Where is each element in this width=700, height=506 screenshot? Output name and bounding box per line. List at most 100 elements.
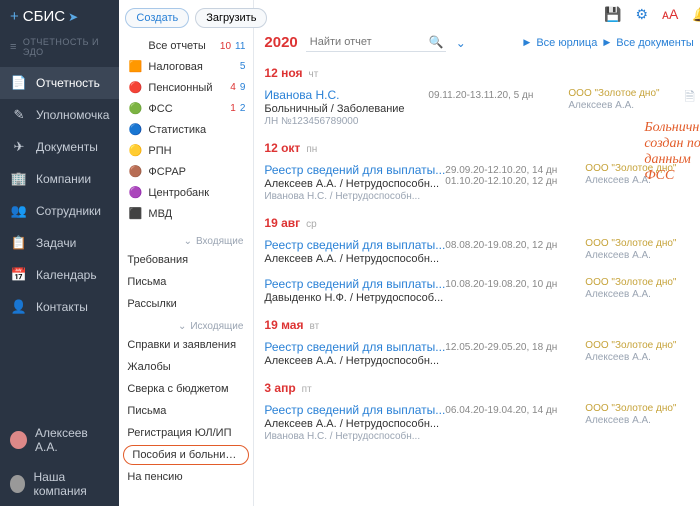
- filter-item[interactable]: 🟡РПН: [119, 140, 253, 161]
- search-icon[interactable]: 🔍: [429, 35, 444, 49]
- doc-title[interactable]: Реестр сведений для выплаты...: [264, 163, 445, 177]
- list-item[interactable]: Рассылки: [119, 293, 253, 315]
- period: 01.10.20-12.10.20, 12 дн: [445, 176, 585, 187]
- brand-plus: +: [10, 8, 19, 25]
- document-card[interactable]: Реестр сведений для выплаты... Алексеев …: [264, 159, 700, 210]
- filter-label: Налоговая: [148, 61, 235, 73]
- document-card[interactable]: Реестр сведений для выплаты... Алексеев …: [264, 234, 700, 273]
- annotation-text: Больничный создан по данным ФСС: [644, 120, 700, 183]
- list-item[interactable]: Сверка с бюджетом: [119, 378, 253, 400]
- doc-grey: Иванова Н.С. / Нетрудоспособн...: [264, 431, 445, 442]
- all-orgs-link[interactable]: Все юрлица: [536, 37, 597, 49]
- list-item[interactable]: Требования: [119, 249, 253, 271]
- company-icon: [10, 475, 25, 493]
- filter-item[interactable]: ⬛МВД: [119, 203, 253, 224]
- search-input[interactable]: [306, 33, 446, 52]
- nav-item[interactable]: 🏢Компании: [0, 163, 119, 195]
- count-blue: 5: [240, 61, 246, 72]
- period: 06.04.20-19.04.20, 14 дн: [445, 405, 585, 416]
- list-item[interactable]: Письма: [119, 400, 253, 422]
- all-docs-link[interactable]: Все документы: [616, 37, 694, 49]
- document-card[interactable]: Реестр сведений для выплаты... Давыденко…: [264, 273, 700, 312]
- doc-title[interactable]: Реестр сведений для выплаты...: [264, 403, 445, 417]
- create-button[interactable]: Создать: [125, 8, 189, 28]
- filter-item[interactable]: 🟧Налоговая5: [119, 56, 253, 77]
- nav-item[interactable]: 👤Контакты: [0, 291, 119, 323]
- list-item[interactable]: Пособия и больничные: [123, 445, 249, 465]
- doc-title[interactable]: Иванова Н.С.: [264, 88, 428, 102]
- bell-icon[interactable]: 🔔: [692, 6, 700, 23]
- filter-item[interactable]: Все отчеты1011: [119, 36, 253, 56]
- filter-item[interactable]: 🔵 Статистика: [119, 119, 253, 140]
- nav-label: Сотрудники: [36, 204, 101, 218]
- period: 09.11.20-13.11.20, 5 дн: [428, 90, 568, 101]
- document-card[interactable]: Реестр сведений для выплаты... Алексеев …: [264, 399, 700, 450]
- group-inbox-header[interactable]: Входящие: [119, 230, 253, 249]
- report-tree: Создать Загрузить Все отчеты1011🟧Налогов…: [119, 0, 254, 506]
- list-item[interactable]: Письма: [119, 271, 253, 293]
- save-icon[interactable]: 💾: [604, 6, 621, 23]
- dow-label: вт: [309, 321, 319, 332]
- current-user[interactable]: Алексеев А.А.: [0, 418, 119, 462]
- nav-item[interactable]: 📋Задачи: [0, 227, 119, 259]
- document-card[interactable]: Иванова Н.С. Больничный / Заболевание ЛН…: [264, 84, 700, 135]
- left-sidebar: + СБИС ➤ ≡ ОТЧЕТНОСТЬ И ЭДО 📄Отчетность✎…: [0, 0, 119, 506]
- nav-item[interactable]: 📄Отчетность: [0, 67, 119, 99]
- list-item[interactable]: Справки и заявления: [119, 334, 253, 356]
- nav-label: Компании: [36, 172, 91, 186]
- nav-label: Задачи: [36, 236, 76, 250]
- filter-icon: ⬛: [127, 207, 143, 220]
- nav-icon: 📄: [10, 75, 28, 91]
- group-outbox-header[interactable]: Исходящие: [119, 315, 253, 334]
- nav-item[interactable]: ✎Уполномочка: [0, 99, 119, 131]
- document-card[interactable]: Реестр сведений для выплаты... Алексеев …: [264, 336, 700, 375]
- count-red: 4: [230, 82, 236, 93]
- date-label: 19 авг: [264, 216, 300, 230]
- gear-icon[interactable]: ⚙: [635, 6, 648, 23]
- doc-title[interactable]: Реестр сведений для выплаты...: [264, 277, 445, 291]
- nav-icon: 👤: [10, 299, 28, 315]
- filter-item[interactable]: 🟣Центробанк: [119, 182, 253, 203]
- nav-label: Уполномочка: [36, 108, 109, 122]
- filter-item[interactable]: 🟢ФСС12: [119, 98, 253, 119]
- filter-icon: 🟢: [127, 102, 143, 115]
- org-name: ООО "Золотое дно": [585, 277, 695, 288]
- doc-subline: Алексеев А.А. / Нетрудоспособн...: [264, 178, 445, 190]
- filter-item[interactable]: 🟤ФСРАР: [119, 161, 253, 182]
- nav-item[interactable]: ✈Документы: [0, 131, 119, 163]
- filter-item[interactable]: 🔴Пенсионный49: [119, 77, 253, 98]
- subheader-label: ОТЧЕТНОСТЬ И ЭДО: [23, 37, 109, 57]
- date-label: 12 окт: [264, 141, 300, 155]
- filter-icon: 🟡: [127, 144, 143, 157]
- chevron-down-icon[interactable]: ⌄: [456, 36, 466, 50]
- doc-grey: Иванова Н.С. / Нетрудоспособн...: [264, 191, 445, 202]
- current-company[interactable]: Наша компания: [0, 462, 119, 506]
- count-blue: 9: [240, 82, 246, 93]
- brand-bird-icon: ➤: [68, 10, 78, 24]
- nav-icon: 👥: [10, 203, 28, 219]
- doc-title[interactable]: Реестр сведений для выплаты...: [264, 238, 445, 252]
- doc-title[interactable]: Реестр сведений для выплаты...: [264, 340, 445, 354]
- agent-name: Алексеев А.А.: [585, 289, 695, 300]
- list-item[interactable]: На пенсию: [119, 466, 253, 488]
- outbox-list: Справки и заявленияЖалобыСверка с бюджет…: [119, 334, 253, 488]
- count-blue: 2: [240, 103, 246, 114]
- menu-icon[interactable]: ≡: [10, 41, 17, 53]
- org-name: ООО "Золотое дно": [585, 403, 695, 414]
- year[interactable]: 2020: [264, 34, 297, 51]
- font-icon[interactable]: ᴀA: [662, 6, 678, 23]
- brand-name: СБИС: [23, 8, 65, 25]
- date-label: 3 апр: [264, 381, 295, 395]
- list-item[interactable]: Регистрация ЮЛ/ИП: [119, 422, 253, 444]
- nav-item[interactable]: 📅Календарь: [0, 259, 119, 291]
- filter-label: ФСС: [148, 103, 226, 115]
- doc-subline: Алексеев А.А. / Нетрудоспособн...: [264, 355, 445, 367]
- period: 10.08.20-19.08.20, 10 дн: [445, 279, 585, 290]
- filter-icon: 🔵: [127, 123, 143, 136]
- org-name: ООО "Золотое дно": [585, 340, 695, 351]
- list-item[interactable]: Жалобы: [119, 356, 253, 378]
- filter-label: Статистика: [148, 124, 245, 136]
- brand[interactable]: + СБИС ➤: [0, 0, 119, 33]
- nav-item[interactable]: 👥 Сотрудники: [0, 195, 119, 227]
- nav: 📄Отчетность✎Уполномочка✈Документы🏢Компан…: [0, 67, 119, 323]
